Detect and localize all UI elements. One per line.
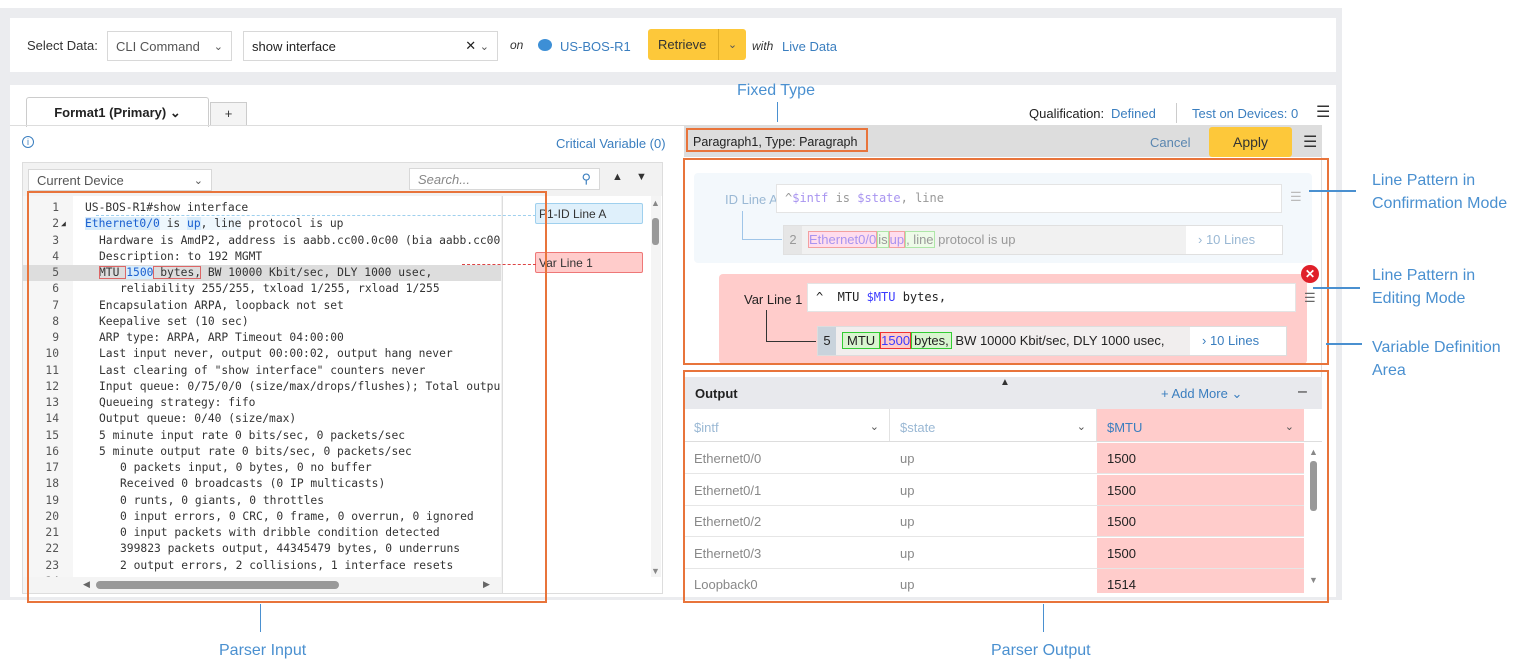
command-value: show interface [252, 38, 336, 54]
clear-icon[interactable]: ✕ ⌄ [465, 38, 489, 54]
annotation-line [1043, 604, 1044, 632]
search-input[interactable]: Search... ⚲ [409, 168, 600, 190]
device-select-value: Current Device [37, 172, 124, 188]
select-data-label: Select Data: [27, 38, 98, 53]
next-arrow-icon[interactable]: ▼ [636, 171, 647, 183]
retrieve-button[interactable]: Retrieve ⌄ [648, 29, 746, 60]
chevron-down-icon[interactable]: ⌄ [480, 41, 489, 53]
critical-variable-link[interactable]: Critical Variable (0) [556, 136, 666, 151]
add-tab-button[interactable]: + [210, 102, 247, 126]
chevron-down-icon: ⌄ [213, 40, 223, 53]
router-icon [538, 39, 552, 51]
qualification-value[interactable]: Defined [1111, 106, 1156, 121]
scroll-down-icon[interactable]: ▼ [651, 566, 660, 576]
qualification-label: Qualification: [1029, 106, 1105, 121]
confirmation-mode-annotation: Line Pattern in Confirmation Mode [1372, 172, 1508, 212]
tab-divider [10, 125, 685, 126]
annotation-line [1309, 190, 1356, 192]
retrieve-dropdown-icon[interactable]: ⌄ [718, 29, 746, 60]
search-placeholder: Search... [418, 171, 471, 187]
select-data-bar: Select Data: CLI Command ⌄ show interface… [10, 18, 1336, 72]
device-link[interactable]: US-BOS-R1 [560, 39, 631, 54]
test-on-devices-link[interactable]: Test on Devices: 0 [1192, 106, 1298, 121]
chevron-down-icon: ⌄ [169, 104, 181, 120]
scroll-up-icon[interactable]: ▲ [651, 198, 660, 208]
menu-icon[interactable]: ☰ [1303, 132, 1317, 152]
cancel-button[interactable]: Cancel [1150, 135, 1190, 150]
parser-output-highlight [683, 370, 1329, 603]
fixed-type-highlight [686, 128, 868, 152]
variable-definition-annotation: Variable Definition Area [1372, 339, 1501, 379]
command-input[interactable]: show interface ✕ ⌄ [243, 31, 498, 61]
parser-input-highlight [27, 191, 547, 603]
data-type-value: CLI Command [116, 38, 200, 54]
var-line-tag[interactable]: Var Line 1 [535, 252, 643, 273]
apply-button[interactable]: Apply [1209, 127, 1292, 157]
variable-definition-highlight [683, 158, 1329, 365]
device-select[interactable]: Current Device ⌄ [28, 169, 212, 191]
parser-input-annotation: Parser Input [219, 642, 307, 659]
scroll-thumb[interactable] [652, 218, 659, 245]
annotation-line [260, 604, 261, 632]
on-label: on [510, 38, 524, 52]
info-icon[interactable]: i [22, 136, 34, 148]
live-data-link[interactable]: Live Data [782, 39, 837, 54]
chevron-down-icon: ⌄ [193, 174, 203, 187]
retrieve-label: Retrieve [658, 37, 707, 52]
id-line-tag[interactable]: P1-ID Line A [535, 203, 643, 224]
tab-format1-primary[interactable]: Format1 (Primary) ⌄ [26, 97, 209, 127]
fixed-type-annotation: Fixed Type [737, 82, 815, 99]
divider [1176, 103, 1177, 123]
with-label: with [752, 39, 774, 53]
previous-arrow-icon[interactable]: ▲ [612, 171, 623, 183]
annotation-line [1326, 343, 1362, 345]
parser-output-annotation: Parser Output [991, 642, 1091, 659]
search-icon[interactable]: ⚲ [581, 171, 591, 187]
menu-icon[interactable]: ☰ [1316, 102, 1330, 122]
editing-mode-annotation: Line Pattern in Editing Mode [1372, 267, 1476, 307]
tab-label: Format1 (Primary) [54, 105, 167, 120]
vertical-scrollbar[interactable]: ▲ ▼ [651, 196, 661, 577]
annotation-line [777, 102, 778, 122]
annotation-line [1313, 287, 1360, 289]
data-type-select[interactable]: CLI Command ⌄ [107, 31, 232, 61]
